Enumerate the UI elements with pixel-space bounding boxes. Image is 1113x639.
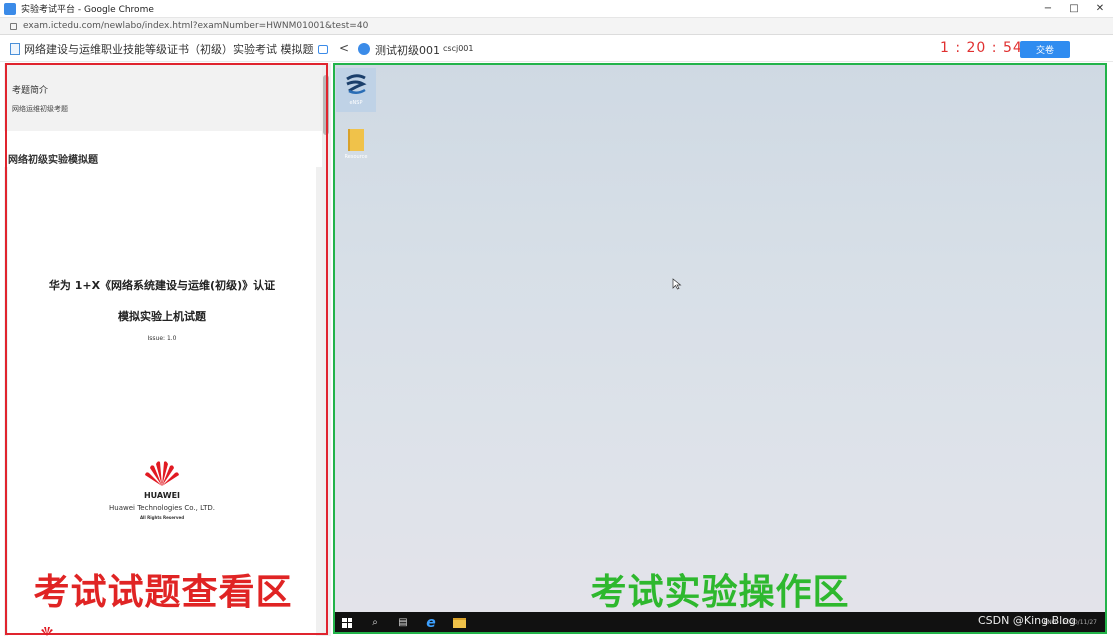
countdown-timer: 1 : 20 : 54 [940, 40, 1023, 56]
ie-button[interactable]: e [417, 612, 445, 633]
folder-icon [348, 129, 364, 151]
address-bar[interactable]: exam.ictedu.com/newlabo/index.html?examN… [0, 18, 1113, 35]
search-icon[interactable]: ⌕ [361, 612, 389, 633]
right-pane-caption: 考试实验操作区 [590, 572, 850, 613]
huawei-wordmark: HUAWEI [143, 491, 181, 500]
maximize-button[interactable]: □ [1061, 0, 1087, 18]
question-view-pane: 考题简介 网络运维初级考题 网络初级实验模拟题 华为 1+X《网络系统建设与运维… [4, 63, 331, 636]
document-icon [10, 43, 20, 55]
file-explorer-button[interactable] [445, 612, 473, 633]
document-title-line2: 模拟实验上机试题 [118, 310, 206, 323]
scrollbar-thumb[interactable] [323, 75, 329, 135]
back-button[interactable]: < [339, 41, 349, 55]
exam-title: 网络建设与运维职业技能等级证书（初级）实验考试 模拟题 [24, 43, 314, 56]
desktop-icon-resource[interactable]: Resource [336, 129, 376, 173]
lab-operation-pane[interactable]: eNSP Resource 考试实验操作区 ⌕ ▤ e ENG 2020/11/… [333, 63, 1107, 633]
task-view-icon[interactable]: ▤ [389, 612, 417, 633]
section-title: 网络初级实验模拟题 [8, 155, 98, 166]
resource-label: Resource [344, 154, 368, 160]
company-name: Huawei Technologies Co., LTD. [109, 504, 215, 512]
ie-icon: e [426, 614, 436, 631]
chat-icon[interactable] [317, 44, 328, 54]
minimize-button[interactable]: − [1035, 0, 1061, 18]
window-title: 实验考试平台 - Google Chrome [21, 5, 154, 15]
start-button[interactable] [333, 612, 361, 633]
url-text[interactable]: exam.ictedu.com/newlabo/index.html?examN… [23, 21, 368, 31]
lab-icon [358, 43, 370, 55]
lab-code: cscj001 [443, 44, 474, 53]
rights-text: All Rights Reserved [139, 515, 185, 520]
window-title-bar: 实验考试平台 - Google Chrome − □ ✕ [0, 0, 1113, 18]
submit-exam-button[interactable]: 交卷 [1020, 41, 1070, 58]
app-icon [4, 2, 16, 15]
intro-heading: 考题简介 [12, 86, 49, 96]
intro-box: 考题简介 网络运维初级考题 [4, 63, 322, 131]
lab-name: 测试初级001 [375, 44, 440, 57]
close-button[interactable]: ✕ [1087, 0, 1113, 18]
ensp-label: eNSP [349, 100, 363, 106]
ensp-icon [346, 74, 367, 94]
lock-icon [10, 22, 17, 30]
exam-title-wrap: 网络建设与运维职业技能等级证书（初级）实验考试 模拟题 [10, 41, 328, 57]
left-pane-caption: 考试试题查看区 [33, 572, 293, 613]
huawei-logo-small-icon [41, 627, 53, 636]
document-issue: Issue: 1.0 [147, 335, 177, 342]
intro-text: 网络运维初级考题 [12, 105, 68, 113]
mouse-cursor-icon [672, 278, 682, 290]
huawei-logo-icon [145, 461, 179, 486]
exam-header: 网络建设与运维职业技能等级证书（初级）实验考试 模拟题 < 测试初级001 cs… [0, 36, 1113, 62]
file-explorer-icon [452, 617, 466, 628]
desktop-icon-ensp[interactable]: eNSP [336, 68, 376, 112]
start-icon [342, 617, 352, 628]
left-scrollbar[interactable] [322, 63, 331, 636]
watermark: CSDN @King Blog [978, 614, 1076, 627]
document-title-line1: 华为 1+X《网络系统建设与运维(初级)》认证 [48, 279, 276, 292]
